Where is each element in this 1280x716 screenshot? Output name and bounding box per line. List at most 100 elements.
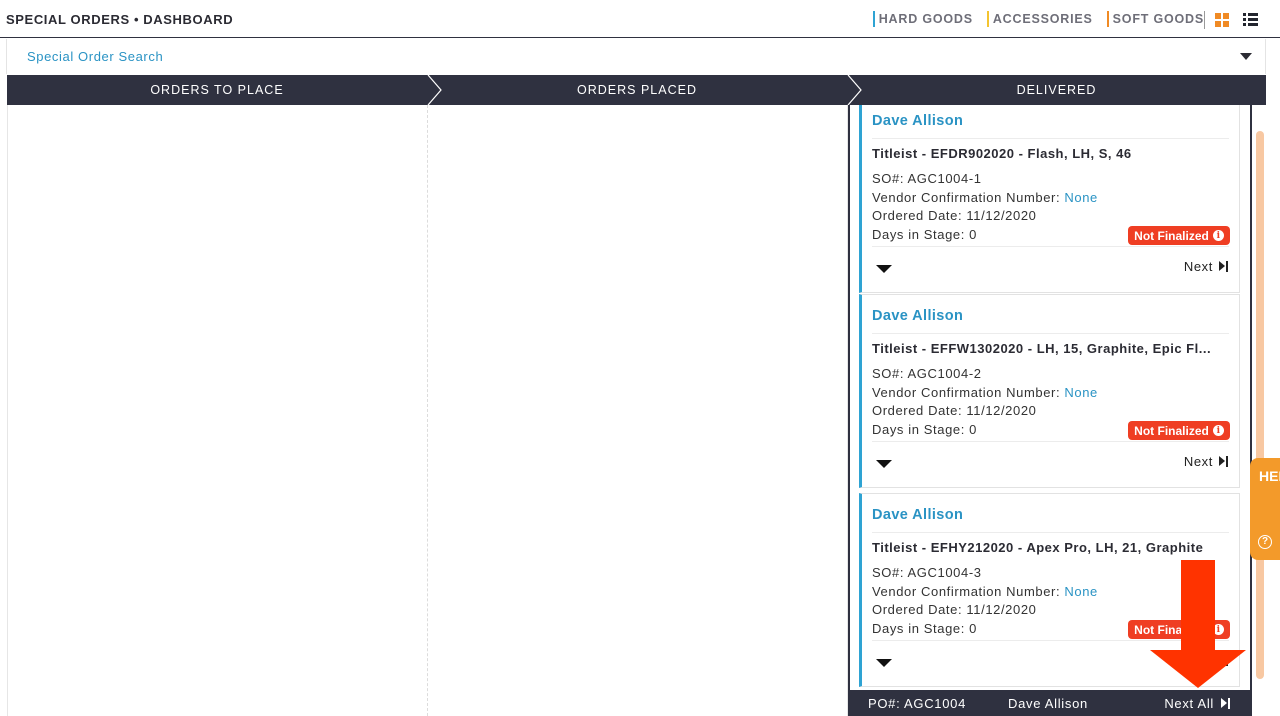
days-in-stage-label: Days in Stage: <box>872 422 965 437</box>
order-card[interactable]: Dave Allison Titleist - EFFW1302020 - LH… <box>859 294 1240 488</box>
so-label: SO#: <box>872 366 905 381</box>
vendor-confirmation-row: Vendor Confirmation Number: None <box>872 584 1098 599</box>
days-in-stage: 0 <box>969 422 978 437</box>
order-card[interactable]: Dave Allison Titleist - EFHY212020 - Ape… <box>859 493 1240 687</box>
status-badge-label: Not Finalized <box>1134 423 1209 438</box>
next-all-button[interactable]: Next All <box>1164 696 1230 711</box>
customer-name[interactable]: Dave Allison <box>872 507 963 523</box>
view-toggle-separator <box>1204 11 1205 29</box>
tab-accessories[interactable]: ACCESSORIES <box>986 11 1093 27</box>
vendor-confirmation-label: Vendor Confirmation Number: <box>872 190 1061 205</box>
ordered-date-label: Ordered Date: <box>872 208 963 223</box>
column-delivered[interactable]: Dave Allison Titleist - EFDR902020 - Fla… <box>848 105 1252 690</box>
special-order-search-toggle[interactable]: Special Order Search <box>27 49 163 64</box>
special-order-search-bar[interactable]: Special Order Search <box>6 39 1266 74</box>
stage-orders-to-place[interactable]: ORDERS TO PLACE <box>7 75 427 105</box>
po-customer-name: Dave Allison <box>1008 696 1088 711</box>
expand-card-icon[interactable] <box>876 460 892 468</box>
ordered-date-label: Ordered Date: <box>872 602 963 617</box>
vendor-confirmation-label: Vendor Confirmation Number: <box>872 584 1061 599</box>
days-in-stage: 0 <box>969 621 978 636</box>
next-stage-button[interactable]: Next <box>1184 259 1228 274</box>
help-label: HELP <box>1259 468 1280 484</box>
ordered-date-label: Ordered Date: <box>872 403 963 418</box>
scrollbar-thumb[interactable] <box>1256 131 1264 679</box>
vendor-confirmation-link[interactable]: None <box>1064 190 1097 205</box>
expand-card-icon[interactable] <box>876 265 892 273</box>
next-stage-button[interactable]: Next <box>1184 454 1228 469</box>
help-tab[interactable]: HELP ? <box>1250 458 1280 560</box>
status-badge[interactable]: Not Finalized i <box>1128 421 1230 440</box>
status-badge-label: Not Finalized <box>1134 228 1209 243</box>
category-tabs: HARD GOODS ACCESSORIES SOFT GOODS <box>872 11 1204 27</box>
days-in-stage-row: Days in Stage: 0 <box>872 422 977 437</box>
next-stage-label: Next <box>1183 653 1213 668</box>
days-in-stage-label: Days in Stage: <box>872 621 965 636</box>
so-number: AGC1004-2 <box>907 366 982 381</box>
customer-name[interactable]: Dave Allison <box>872 113 963 129</box>
so-label: SO#: <box>872 171 905 186</box>
days-in-stage-label: Days in Stage: <box>872 227 965 242</box>
info-icon[interactable]: i <box>1212 425 1224 436</box>
chevron-down-icon[interactable] <box>1240 53 1252 60</box>
skip-forward-icon <box>1219 655 1228 666</box>
tab-soft-goods[interactable]: SOFT GOODS <box>1106 11 1204 27</box>
so-number: AGC1004-1 <box>907 171 982 186</box>
skip-forward-icon <box>1221 698 1230 709</box>
vendor-confirmation-link[interactable]: None <box>1064 584 1097 599</box>
page-title: SPECIAL ORDERS • DASHBOARD <box>6 12 234 27</box>
info-icon[interactable]: i <box>1212 230 1224 241</box>
days-in-stage-row: Days in Stage: 0 <box>872 621 977 636</box>
status-badge[interactable]: Not Finalized i <box>1128 620 1230 639</box>
column-orders-placed <box>428 105 848 716</box>
product-title: Titleist - EFDR902020 - Flash, LH, S, 46 <box>872 146 1132 161</box>
ordered-date: 11/12/2020 <box>966 403 1037 418</box>
next-stage-button[interactable]: Next <box>1184 653 1228 668</box>
product-title: Titleist - EFFW1302020 - LH, 15, Graphit… <box>872 341 1212 356</box>
stage-chevron-icon <box>847 75 862 105</box>
days-in-stage: 0 <box>969 227 978 242</box>
order-card[interactable]: Dave Allison Titleist - EFDR902020 - Fla… <box>859 105 1240 293</box>
ordered-date: 11/12/2020 <box>966 208 1037 223</box>
card-divider <box>872 532 1229 533</box>
vendor-confirmation-link[interactable]: None <box>1064 385 1097 400</box>
expand-card-icon[interactable] <box>876 659 892 667</box>
stage-chevron-icon <box>427 75 442 105</box>
tab-hard-goods[interactable]: HARD GOODS <box>872 11 973 27</box>
next-all-label: Next All <box>1164 696 1214 711</box>
vendor-confirmation-row: Vendor Confirmation Number: None <box>872 190 1098 205</box>
status-badge[interactable]: Not Finalized i <box>1128 226 1230 245</box>
top-header: SPECIAL ORDERS • DASHBOARD HARD GOODS AC… <box>0 0 1280 38</box>
so-number-row: SO#: AGC1004-2 <box>872 366 982 381</box>
ordered-date-row: Ordered Date: 11/12/2020 <box>872 403 1037 418</box>
skip-forward-icon <box>1219 456 1228 467</box>
ordered-date: 11/12/2020 <box>966 602 1037 617</box>
product-title: Titleist - EFHY212020 - Apex Pro, LH, 21… <box>872 540 1204 555</box>
so-number-row: SO#: AGC1004-3 <box>872 565 982 580</box>
card-divider <box>872 333 1229 334</box>
delivered-scrollbar[interactable] <box>1254 105 1266 690</box>
grid-view-icon[interactable] <box>1215 13 1229 27</box>
card-divider <box>872 138 1229 139</box>
card-divider <box>872 640 1229 641</box>
stage-delivered[interactable]: DELIVERED <box>847 75 1266 105</box>
so-number: AGC1004-3 <box>907 565 982 580</box>
so-label: SO#: <box>872 565 905 580</box>
status-badge-label: Not Finalized <box>1134 622 1209 637</box>
column-orders-to-place <box>7 105 428 716</box>
next-stage-label: Next <box>1183 454 1213 469</box>
stage-header-bar: ORDERS TO PLACE ORDERS PLACED DELIVERED <box>7 75 1266 105</box>
info-icon[interactable]: i <box>1212 624 1224 635</box>
skip-forward-icon <box>1219 261 1228 272</box>
purchase-order-bar: PO#: AGC1004 Dave Allison Next All <box>848 690 1252 716</box>
ordered-date-row: Ordered Date: 11/12/2020 <box>872 602 1037 617</box>
days-in-stage-row: Days in Stage: 0 <box>872 227 977 242</box>
card-divider <box>872 441 1229 442</box>
po-number: PO#: AGC1004 <box>868 696 967 711</box>
question-circle-icon: ? <box>1258 535 1272 549</box>
so-number-row: SO#: AGC1004-1 <box>872 171 982 186</box>
stage-orders-placed[interactable]: ORDERS PLACED <box>427 75 847 105</box>
ordered-date-row: Ordered Date: 11/12/2020 <box>872 208 1037 223</box>
list-view-icon[interactable] <box>1243 13 1258 27</box>
customer-name[interactable]: Dave Allison <box>872 308 963 324</box>
